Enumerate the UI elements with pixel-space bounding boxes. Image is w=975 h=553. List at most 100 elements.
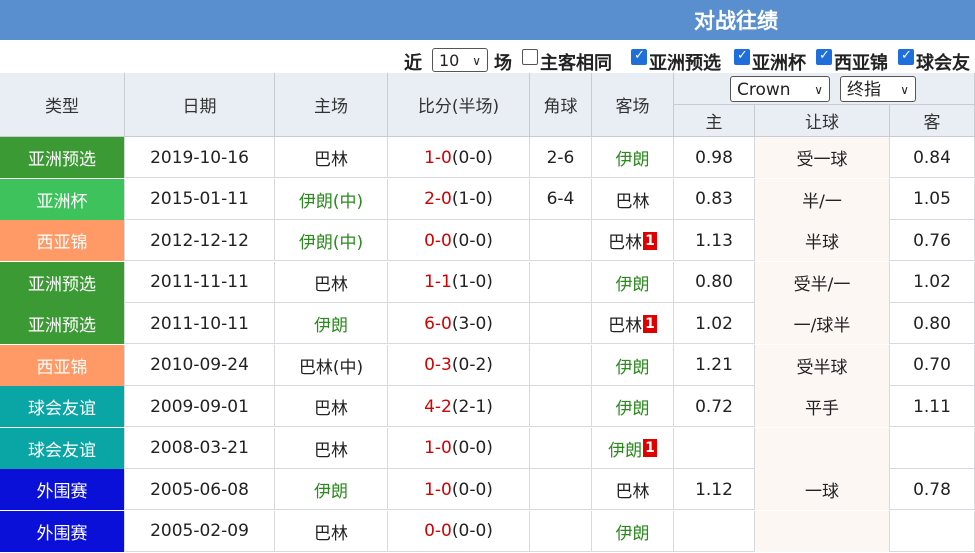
home-team-name[interactable]: 巴林 bbox=[314, 436, 348, 461]
home-team-cell: 巴林 bbox=[275, 137, 388, 178]
match-type-cell: 亚洲预选 bbox=[0, 137, 125, 178]
company-select[interactable]: Crown ∨ bbox=[730, 76, 830, 102]
full-time-score[interactable]: 1-1 bbox=[424, 272, 452, 292]
odds-home-cell: 0.80 bbox=[674, 261, 755, 303]
away-team-cell: 伊朗 bbox=[592, 386, 674, 427]
away-team-cell: 伊朗 bbox=[592, 137, 674, 178]
away-team-name[interactable]: 伊朗 bbox=[608, 436, 642, 461]
header-date: 日期 bbox=[125, 73, 275, 137]
table-row[interactable]: 球会友谊 2008-03-21 巴林 1-0 (0-0) 伊朗 1 bbox=[0, 427, 975, 469]
home-team-name[interactable]: 伊朗(中) bbox=[299, 187, 363, 212]
filter-checkbox-asian-cup[interactable] bbox=[734, 48, 750, 65]
date-cell: 2011-10-11 bbox=[125, 303, 275, 344]
full-time-score[interactable]: 1-0 bbox=[424, 480, 452, 500]
header-home: 主场 bbox=[275, 73, 388, 137]
odds-home-cell: 0.98 bbox=[674, 137, 755, 178]
header-score: 比分(半场) bbox=[388, 73, 530, 137]
away-team-name[interactable]: 巴林 bbox=[616, 477, 650, 502]
home-team-cell: 巴林 bbox=[275, 261, 388, 303]
home-team-name[interactable]: 巴林 bbox=[314, 519, 348, 544]
handicap-cell: 受半/一 bbox=[755, 261, 890, 303]
red-card-badge: 1 bbox=[643, 314, 657, 333]
home-team-cell: 巴林 bbox=[275, 386, 388, 427]
home-team-name[interactable]: 巴林 bbox=[314, 394, 348, 419]
away-team-name[interactable]: 伊朗 bbox=[616, 270, 650, 295]
full-time-score[interactable]: 0-0 bbox=[424, 521, 452, 541]
away-team-cell: 伊朗 1 bbox=[592, 427, 674, 469]
date-cell: 2010-09-24 bbox=[125, 344, 275, 386]
full-time-score[interactable]: 1-0 bbox=[424, 148, 452, 168]
corners-cell bbox=[530, 386, 592, 427]
half-time-score: (0-0) bbox=[451, 147, 493, 168]
full-time-score[interactable]: 0-0 bbox=[424, 231, 452, 251]
corners-cell bbox=[530, 510, 592, 552]
half-time-score: (0-2) bbox=[451, 355, 493, 375]
table-row[interactable]: 球会友谊 2009-09-01 巴林 4-2 (2-1) 伊朗 0.72 平手 1.11 bbox=[0, 386, 975, 427]
home-team-name[interactable]: 伊朗 bbox=[314, 477, 348, 502]
filter-checkbox-asian-qualifiers[interactable] bbox=[631, 48, 647, 65]
same-home-away-checkbox[interactable] bbox=[522, 49, 538, 65]
away-team-name[interactable]: 巴林 bbox=[608, 228, 642, 253]
filter-label-asian-cup: 亚洲杯 bbox=[752, 53, 806, 74]
full-time-score[interactable]: 4-2 bbox=[424, 397, 452, 417]
odds-home-cell bbox=[674, 510, 755, 552]
games-label: 场 bbox=[494, 53, 512, 74]
away-team-name[interactable]: 伊朗 bbox=[616, 519, 650, 544]
table-row[interactable]: 亚洲杯 2015-01-11 伊朗(中) 2-0 (1-0) 6-4 巴林 0.83 半/一 1.… bbox=[0, 178, 975, 220]
table-row[interactable]: 亚洲预选 2011-10-11 伊朗 6-0 (3-0) 巴林 1 1.02 一/球半 0.80 bbox=[0, 303, 975, 344]
odds-home-cell: 1.13 bbox=[674, 220, 755, 261]
match-type-cell: 西亚锦 bbox=[0, 344, 125, 386]
corners-cell bbox=[530, 344, 592, 386]
away-team-name[interactable]: 巴林 bbox=[616, 187, 650, 212]
corners-cell: 6-4 bbox=[530, 178, 592, 220]
table-row[interactable]: 西亚锦 2010-09-24 巴林(中) 0-3 (0-2) 伊朗 1.21 受半球 0.70 bbox=[0, 344, 975, 386]
home-team-name[interactable]: 伊朗(中) bbox=[299, 228, 363, 253]
away-team-cell: 巴林 1 bbox=[592, 303, 674, 344]
home-team-name[interactable]: 巴林 bbox=[314, 145, 348, 170]
odds-home-cell: 1.21 bbox=[674, 344, 755, 386]
odds-home-cell: 1.02 bbox=[674, 303, 755, 344]
odds-home-cell: 1.12 bbox=[674, 469, 755, 510]
odds-away-cell: 1.02 bbox=[890, 261, 975, 303]
near-label: 近 bbox=[404, 53, 422, 74]
away-team-name[interactable]: 伊朗 bbox=[616, 353, 650, 378]
header-corners: 角球 bbox=[530, 73, 592, 137]
date-cell: 2011-11-11 bbox=[125, 261, 275, 303]
home-team-cell: 伊朗(中) bbox=[275, 220, 388, 261]
chevron-down-icon: ∨ bbox=[900, 83, 909, 97]
table-row[interactable]: 西亚锦 2012-12-12 伊朗(中) 0-0 (0-0) 巴林 1 1.13 半球 0.76 bbox=[0, 220, 975, 261]
match-count-select[interactable]: 10 ∨ bbox=[432, 48, 488, 72]
score-cell: 2-0 (1-0) bbox=[388, 178, 530, 220]
filter-checkbox-waff[interactable] bbox=[816, 48, 832, 65]
table-row[interactable]: 外围赛 2005-06-08 伊朗 1-0 (0-0) 巴林 1.12 一球 0.78 bbox=[0, 469, 975, 510]
full-time-score[interactable]: 6-0 bbox=[424, 314, 452, 334]
date-cell: 2005-06-08 bbox=[125, 469, 275, 510]
full-time-score[interactable]: 2-0 bbox=[424, 189, 452, 209]
header-odds-home: 主 bbox=[674, 105, 755, 137]
half-time-score: (1-0) bbox=[451, 189, 493, 209]
away-team-name[interactable]: 伊朗 bbox=[616, 394, 650, 419]
corners-cell bbox=[530, 469, 592, 510]
full-time-score[interactable]: 0-3 bbox=[424, 355, 452, 375]
half-time-score: (0-0) bbox=[451, 438, 493, 458]
table-row[interactable]: 亚洲预选 2019-10-16 巴林 1-0 (0-0) 2-6 伊朗 0.98 受一球 0.84 bbox=[0, 137, 975, 178]
same-home-away-label: 主客相同 bbox=[540, 53, 612, 74]
date-cell: 2019-10-16 bbox=[125, 137, 275, 178]
corners-cell bbox=[530, 427, 592, 469]
handicap-cell: 受半球 bbox=[755, 344, 890, 386]
half-time-score: (0-0) bbox=[451, 230, 493, 251]
odds-type-select[interactable]: 终指 ∨ bbox=[840, 76, 916, 102]
filter-checkbox-friendly[interactable] bbox=[898, 48, 914, 65]
table-row[interactable]: 亚洲预选 2011-11-11 巴林 1-1 (1-0) 伊朗 0.80 受半/一 1.02 bbox=[0, 261, 975, 303]
full-time-score[interactable]: 1-0 bbox=[424, 438, 452, 458]
home-team-name[interactable]: 巴林 bbox=[314, 270, 348, 295]
home-team-name[interactable]: 巴林(中) bbox=[299, 353, 363, 378]
match-type-cell: 亚洲预选 bbox=[0, 261, 125, 303]
away-team-name[interactable]: 巴林 bbox=[608, 311, 642, 336]
table-row[interactable]: 外围赛 2005-02-09 巴林 0-0 (0-0) 伊朗 bbox=[0, 510, 975, 552]
score-cell: 1-0 (0-0) bbox=[388, 427, 530, 469]
header-odds-away: 客 bbox=[890, 105, 975, 137]
header-type: 类型 bbox=[0, 73, 125, 137]
home-team-name[interactable]: 伊朗 bbox=[314, 311, 348, 336]
away-team-name[interactable]: 伊朗 bbox=[616, 145, 650, 170]
